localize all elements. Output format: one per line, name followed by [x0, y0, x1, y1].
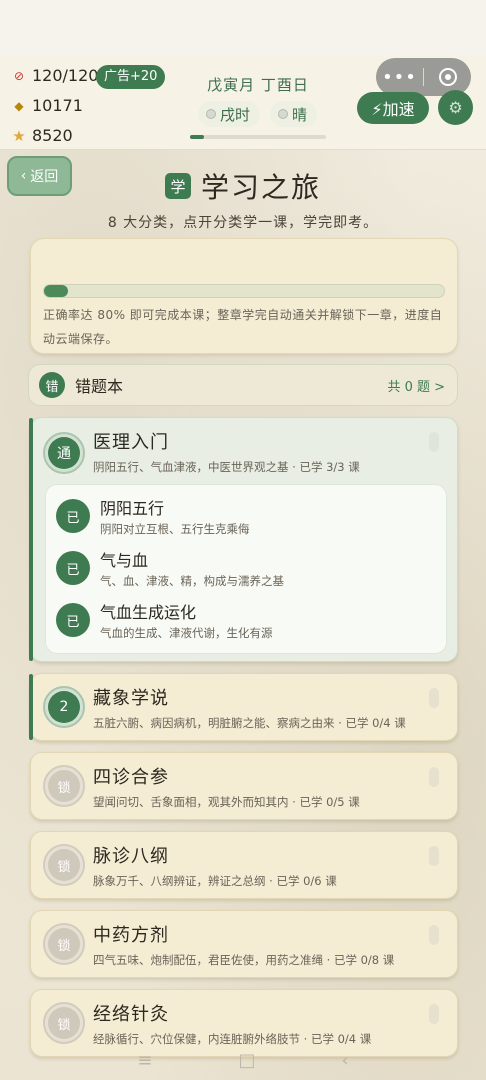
category-title: 四诊合参 [93, 767, 169, 788]
lunar-date: 戊寅月 丁酉日 [207, 76, 309, 94]
overall-progress-card: 正确率达 80% 即可完成本课；整章学完自动通关并解锁下一章，进度自动云端保存。 [30, 238, 458, 354]
page-title-row: 学 学习之旅 [0, 166, 486, 206]
expand-toggle-icon[interactable] [429, 688, 439, 708]
title-badge: 学 [164, 173, 191, 199]
lesson-done-badge: 已 [56, 603, 90, 637]
mistake-book-row[interactable]: 错 错题本 共 0 题 > [28, 364, 458, 406]
time-progress-fill [190, 135, 204, 139]
home-icon[interactable]: □ [238, 1050, 255, 1071]
category-desc: 阴阳五行、气血津液，中医世界观之基 · 已学 3/3 课 [93, 460, 360, 474]
energy-value: 120/120 [32, 66, 99, 85]
lock-icon: 锁 [43, 923, 85, 965]
weather-chip-label: 晴 [292, 105, 308, 124]
lesson-item[interactable]: 已 气血生成运化 气血的生成、津液代谢，生化有源 [56, 599, 436, 645]
category-badge: 通 [43, 432, 85, 474]
time-chip-label: 戌时 [220, 105, 251, 124]
lesson-title: 气与血 [100, 551, 149, 570]
category-badge: 2 [43, 686, 85, 728]
category-desc: 五脏六腑、病因病机，明脏腑之能、察病之由来 · 已学 0/4 课 [93, 716, 406, 730]
category-card-0[interactable]: 通 医理入门 阴阳五行、气血津液，中医世界观之基 · 已学 3/3 课 已 阴阳… [29, 417, 458, 662]
speed-up-button[interactable]: ⚡加速 [357, 92, 429, 124]
category-title: 藏象学说 [93, 688, 169, 709]
time-progress-bar [190, 135, 326, 139]
weather-icon [278, 109, 288, 119]
expand-toggle-icon[interactable] [429, 767, 439, 787]
category-card-2[interactable]: 锁 四诊合参 望闻问切、舌象面相，观其外而知其内 · 已学 0/5 课 [30, 752, 458, 820]
lock-icon: 锁 [43, 844, 85, 886]
expand-toggle-icon[interactable] [429, 1004, 439, 1024]
expand-toggle-icon[interactable] [429, 925, 439, 945]
coins-value: 10171 [32, 96, 83, 115]
category-desc: 望闻问切、舌象面相，观其外而知其内 · 已学 0/5 课 [93, 795, 360, 809]
category-title: 脉诊八纲 [93, 846, 169, 867]
coins-stat: ◆ 10171 [12, 96, 83, 115]
energy-icon: ⊘ [13, 68, 25, 83]
lesson-desc: 阴阳对立互根、五行生克乘侮 [100, 522, 250, 536]
star-icon: ★ [12, 126, 26, 145]
lesson-title: 气血生成运化 [100, 603, 197, 622]
lesson-desc: 气血的生成、津液代谢，生化有源 [100, 626, 273, 640]
ad-bonus-button[interactable]: 广告+20 [96, 65, 166, 89]
lesson-item[interactable]: 已 气与血 气、血、津液、精，构成与濡养之基 [56, 547, 436, 593]
category-card-3[interactable]: 锁 脉诊八纲 脉象万千、八纲辨证，辨证之总纲 · 已学 0/6 课 [30, 831, 458, 899]
system-nav-bar: ≡ □ ‹ [0, 1040, 486, 1080]
weather-chip: 晴 [270, 101, 318, 127]
lesson-done-badge: 已 [56, 551, 90, 585]
overall-progress-bar [43, 284, 445, 298]
stars-value: 8520 [32, 126, 73, 145]
page-title: 学习之旅 [200, 171, 321, 204]
energy-stat: ⊘ 120/120 [12, 66, 99, 85]
close-target-icon[interactable] [424, 68, 471, 86]
mistake-count: 共 0 题 > [387, 379, 445, 395]
lesson-item[interactable]: 已 阴阳五行 阴阳对立互根、五行生克乘侮 [56, 495, 436, 541]
category-desc: 四气五味、炮制配伍，君臣佐使，用药之准绳 · 已学 0/8 课 [93, 953, 395, 967]
category-title: 中药方剂 [93, 925, 169, 946]
stars-stat: ★ 8520 [12, 126, 73, 145]
category-desc: 脉象万千、八纲辨证，辨证之总纲 · 已学 0/6 课 [93, 874, 337, 888]
lock-icon: 锁 [43, 1002, 85, 1044]
page-subtitle: 8 大分类，点开分类学一课，学完即考。 [107, 215, 379, 231]
overall-progress-fill [44, 285, 68, 297]
menu-icon[interactable]: ≡ [137, 1050, 152, 1071]
lesson-desc: 气、血、津液、精，构成与濡养之基 [100, 574, 284, 588]
clock-icon [206, 109, 216, 119]
mistake-label: 错题本 [75, 377, 124, 396]
status-area [0, 0, 486, 56]
mistake-badge: 错 [39, 372, 65, 398]
lesson-title: 阴阳五行 [100, 499, 165, 518]
settings-gear-icon[interactable]: ⚙ [438, 90, 473, 125]
lock-icon: 锁 [43, 765, 85, 807]
time-chip: 戌时 [198, 101, 261, 127]
progress-note: 正确率达 80% 即可完成本课；整章学完自动通关并解锁下一章，进度自动云端保存。 [43, 308, 443, 346]
category-card-1[interactable]: 2 藏象学说 五脏六腑、病因病机，明脏腑之能、察病之由来 · 已学 0/4 课 [29, 673, 458, 741]
collapse-toggle-icon[interactable] [429, 432, 439, 452]
back-icon[interactable]: ‹ [341, 1050, 348, 1071]
expand-toggle-icon[interactable] [429, 846, 439, 866]
lesson-done-badge: 已 [56, 499, 90, 533]
category-title: 医理入门 [93, 432, 169, 453]
coin-icon: ◆ [14, 98, 24, 113]
category-card-4[interactable]: 锁 中药方剂 四气五味、炮制配伍，君臣佐使，用药之准绳 · 已学 0/8 课 [30, 910, 458, 978]
category-title: 经络针灸 [93, 1004, 169, 1025]
more-icon[interactable]: ••• [376, 67, 423, 88]
lesson-list: 已 阴阳五行 阴阳对立互根、五行生克乘侮 已 气与血 气、血、津液、精，构成与濡… [45, 484, 447, 654]
